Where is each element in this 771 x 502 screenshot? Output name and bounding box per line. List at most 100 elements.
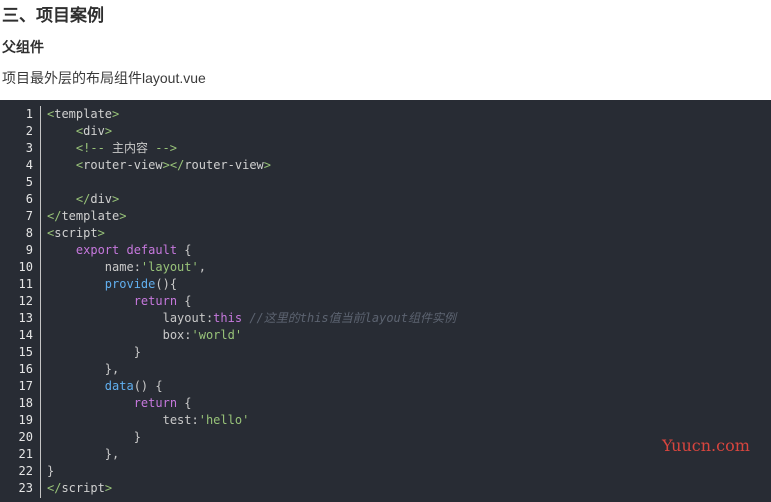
- code-token: </: [75, 192, 91, 206]
- code-token: {: [177, 294, 192, 308]
- code-token: >: [104, 124, 113, 138]
- line-number: 2: [25, 124, 33, 138]
- code-token: return: [133, 396, 178, 410]
- code-line: }: [47, 429, 456, 446]
- code-token: layout:: [162, 311, 214, 325]
- code-token: data: [104, 379, 134, 393]
- line-number: 19: [18, 413, 33, 427]
- code-token: {: [177, 243, 192, 257]
- code-token: (){: [155, 277, 178, 291]
- code-token: 'layout': [140, 260, 199, 274]
- code-token: box:: [162, 328, 192, 342]
- line-number: 20: [18, 430, 33, 444]
- code-line: <template>: [47, 106, 456, 123]
- code-line: </div>: [47, 191, 456, 208]
- code-token: >: [104, 481, 113, 495]
- code-token: template: [61, 209, 120, 223]
- code-token: template: [54, 107, 113, 121]
- line-number: 22: [18, 464, 33, 478]
- description-paragraph: 项目最外层的布局组件layout.vue: [2, 70, 206, 86]
- code-token: -->: [148, 141, 177, 155]
- code-line: <div>: [47, 123, 456, 140]
- code-token: </: [47, 209, 62, 223]
- code-token: router-view: [184, 158, 264, 172]
- line-number: 13: [18, 311, 33, 325]
- line-number: 11: [18, 277, 33, 291]
- code-token: <!--: [75, 141, 113, 155]
- code-token: script: [61, 481, 105, 495]
- code-token: test:: [162, 413, 199, 427]
- code-token: 'hello': [198, 413, 250, 427]
- line-number: 23: [18, 481, 33, 495]
- code-token: div: [83, 124, 105, 138]
- line-number: 6: [25, 192, 33, 206]
- code-line: return {: [47, 293, 456, 310]
- line-number: 12: [18, 294, 33, 308]
- code-line: test:'hello': [47, 412, 456, 429]
- line-number: 15: [18, 345, 33, 359]
- code-token: router-view: [83, 158, 163, 172]
- watermark: Yuucn.com: [662, 436, 750, 455]
- line-number: 4: [25, 158, 33, 172]
- line-number: 17: [18, 379, 33, 393]
- code-token: >: [97, 226, 105, 240]
- code-token: </: [47, 481, 62, 495]
- code-line: box:'world': [47, 327, 456, 344]
- code-line: <!-- 主内容 -->: [47, 140, 456, 157]
- code-token: script: [54, 226, 98, 240]
- code-line: export default {: [47, 242, 456, 259]
- code-token: }: [47, 464, 55, 478]
- line-number: 10: [18, 260, 33, 274]
- line-number: 18: [18, 396, 33, 410]
- line-number: 5: [25, 175, 33, 189]
- code-token: {: [177, 396, 192, 410]
- line-number: 9: [25, 243, 33, 257]
- code-line: data() {: [47, 378, 456, 395]
- code-token: name:: [104, 260, 141, 274]
- code-token: },: [104, 447, 120, 461]
- code-line: </template>: [47, 208, 456, 225]
- subheading: 父组件: [2, 39, 44, 55]
- code-line: <router-view></router-view>: [47, 157, 456, 174]
- code-token: }: [133, 345, 141, 359]
- line-number-gutter: 1 2 3 4 5 6 7 8 9 10 11 12 13 14 15 16 17 18 19 20 21 22 23: [0, 106, 41, 498]
- code-line: <script>: [47, 225, 456, 242]
- code-token: div: [90, 192, 113, 206]
- code-token: export default: [75, 243, 178, 257]
- line-number: 21: [18, 447, 33, 461]
- line-number: 7: [25, 209, 33, 223]
- code-token: }: [133, 430, 141, 444]
- code-token: >: [112, 192, 120, 206]
- code-token: this: [213, 311, 243, 325]
- code-token: ,: [198, 260, 206, 274]
- code-token: >: [263, 158, 272, 172]
- code-token: >: [119, 209, 127, 223]
- code-line: provide(){: [47, 276, 456, 293]
- line-number: 8: [25, 226, 33, 240]
- code-line: },: [47, 446, 456, 463]
- code-token: 'world': [191, 328, 243, 342]
- code-token: return: [133, 294, 178, 308]
- code-token: //这里的this值当前layout组件实例: [249, 311, 457, 325]
- code-block: 1 2 3 4 5 6 7 8 9 10 11 12 13 14 15 16 17 18 19 20 21 22 23 <t…: [0, 100, 771, 502]
- code-token: >: [112, 107, 120, 121]
- line-number: 16: [18, 362, 33, 376]
- code-lines: <template> <div> <!-- 主内容 --> <router-vi…: [47, 106, 456, 497]
- code-token: () {: [133, 379, 163, 393]
- code-line: }: [47, 463, 456, 480]
